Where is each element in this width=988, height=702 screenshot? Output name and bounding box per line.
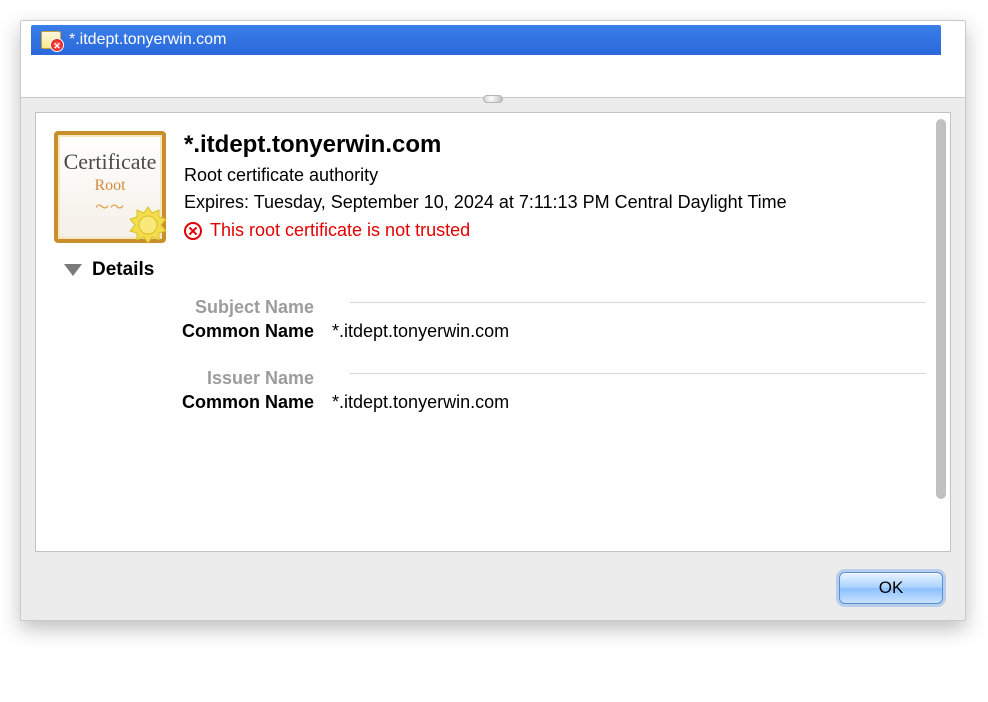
resize-grip-icon[interactable] xyxy=(483,95,503,103)
certificate-dialog: ✕ *.itdept.tonyerwin.com Certificate Roo… xyxy=(20,20,966,621)
certificate-content-panel: Certificate Root 〜〜 *.itdept.tonyerwin.c… xyxy=(35,112,951,552)
issuer-common-name-row: Common Name *.itdept.tonyerwin.com xyxy=(64,392,926,413)
ok-button[interactable]: OK xyxy=(839,572,943,604)
certificate-tab[interactable]: ✕ *.itdept.tonyerwin.com xyxy=(31,25,941,55)
certificate-title: *.itdept.tonyerwin.com xyxy=(184,131,910,159)
tab-bar-spacer xyxy=(947,25,955,57)
chevron-down-icon xyxy=(64,264,82,276)
subject-name-header: Subject Name xyxy=(64,297,332,318)
certificate-details-section: Details Subject Name Common Name *.itdep… xyxy=(36,249,950,413)
details-disclosure-toggle[interactable]: Details xyxy=(64,259,926,281)
details-heading: Details xyxy=(92,259,154,281)
certificate-authority-label: Root certificate authority xyxy=(184,165,910,186)
certificate-trust-message: This root certificate is not trusted xyxy=(210,220,470,241)
issuer-common-name-label: Common Name xyxy=(64,392,332,413)
certificate-tab-title: *.itdept.tonyerwin.com xyxy=(69,31,226,49)
error-circle-icon xyxy=(184,222,202,240)
issuer-name-header: Issuer Name xyxy=(64,368,332,389)
certificate-header-text: *.itdept.tonyerwin.com Root certificate … xyxy=(184,131,926,241)
certificate-icon-word1: Certificate xyxy=(58,149,162,175)
certificate-trust-status: This root certificate is not trusted xyxy=(184,220,910,241)
section-divider xyxy=(350,373,926,374)
section-divider xyxy=(350,302,926,303)
subject-common-name-row: Common Name *.itdept.tonyerwin.com xyxy=(64,321,926,342)
subject-common-name-label: Common Name xyxy=(64,321,332,342)
dialog-top-region: ✕ *.itdept.tonyerwin.com xyxy=(21,21,965,98)
certificate-seal-icon xyxy=(128,205,168,245)
subject-name-section: Subject Name Common Name *.itdept.tonyer… xyxy=(64,297,926,342)
certificate-tab-bar: ✕ *.itdept.tonyerwin.com xyxy=(31,21,955,57)
issuer-common-name-value: *.itdept.tonyerwin.com xyxy=(332,392,926,413)
dialog-button-row: OK xyxy=(21,552,965,604)
certificate-root-icon: Certificate Root 〜〜 xyxy=(54,131,166,243)
tab-content-strip xyxy=(31,57,955,97)
issuer-name-section: Issuer Name Common Name *.itdept.tonyerw… xyxy=(64,368,926,413)
certificate-error-icon: ✕ xyxy=(41,31,61,49)
certificate-header: Certificate Root 〜〜 *.itdept.tonyerwin.c… xyxy=(36,113,950,249)
details-grid: Subject Name Common Name *.itdept.tonyer… xyxy=(64,281,926,413)
certificate-expiry: Expires: Tuesday, September 10, 2024 at … xyxy=(184,190,910,214)
certificate-icon-word2: Root xyxy=(58,177,162,195)
scrollbar-thumb[interactable] xyxy=(936,119,946,499)
subject-common-name-value: *.itdept.tonyerwin.com xyxy=(332,321,926,342)
